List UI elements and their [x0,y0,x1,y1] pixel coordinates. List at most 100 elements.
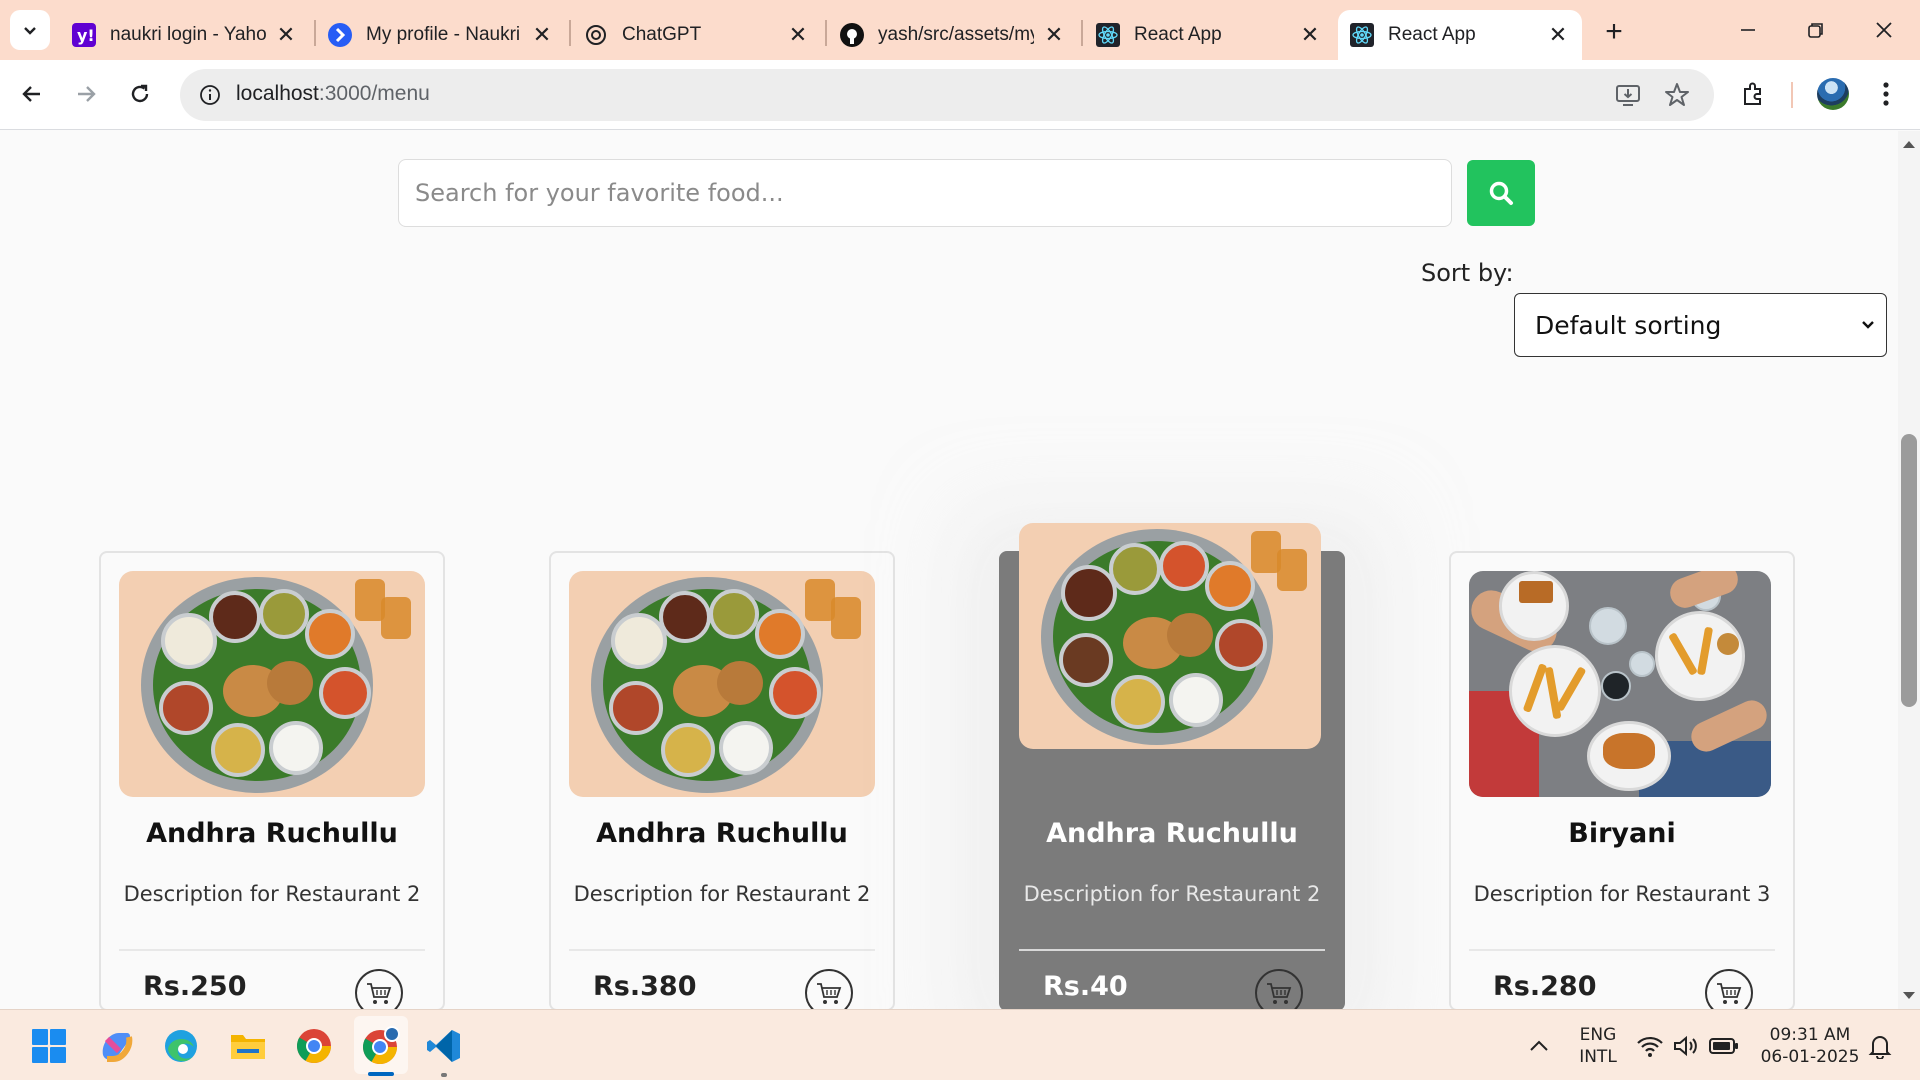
add-to-cart-button[interactable] [805,969,853,1009]
forward-button[interactable] [64,72,108,116]
reload-icon [131,84,149,103]
close-icon[interactable]: ✕ [274,22,298,47]
toolbar-divider [1791,82,1793,108]
tab-github[interactable]: yash/src/assets/my ✕ [828,10,1078,60]
chrome-profile-icon[interactable] [359,1024,403,1068]
price: Rs.280 [1493,971,1597,1002]
restaurant-description: Description for Restaurant 3 [1473,882,1771,906]
minimize-button[interactable] [1716,8,1780,52]
card-divider [1469,949,1775,951]
page-scrollbar[interactable] [1898,131,1920,1009]
naukri-icon [328,23,352,47]
windows-start-icon[interactable] [27,1024,71,1068]
food-card[interactable]: Andhra Ruchullu Description for Restaura… [99,551,445,1009]
reload-button[interactable] [118,72,162,116]
clock-time: 09:31 AM [1769,1025,1851,1045]
keyboard-layout: INTL [1579,1047,1617,1067]
notification-bell-icon[interactable] [1858,1024,1902,1068]
card-divider [569,949,875,951]
restaurant-name: Andhra Ruchullu [146,818,398,849]
install-app-icon[interactable] [1612,79,1644,111]
url-path: :3000/menu [318,82,430,105]
tab-react-app[interactable]: React App ✕ [1084,10,1334,60]
vscode-icon[interactable] [422,1024,466,1068]
close-icon[interactable]: ✕ [1298,22,1322,47]
food-search-input[interactable] [398,159,1452,227]
kebab-menu-icon [1883,82,1889,106]
add-to-cart-button[interactable] [1255,969,1303,1009]
tab-title: yash/src/assets/my [878,24,1034,45]
tab-naukri-login[interactable]: y! naukri login - Yaho ✕ [60,10,310,60]
food-image [119,571,425,797]
tab-title: naukri login - Yaho [110,24,266,45]
language-indicator[interactable]: ENG INTL [1570,1024,1626,1068]
url-host: localhost [236,82,319,105]
chevron-down-icon [1862,321,1874,329]
chatgpt-icon [584,23,608,47]
arrow-left-icon [22,86,40,102]
yahoo-icon: y! [72,23,96,47]
page-viewport: Sort by: Default sorting Andhra Ruchullu [0,131,1898,1009]
food-image [1469,571,1771,797]
restaurant-name: Biryani [1568,818,1676,849]
food-card[interactable]: Andhra Ruchullu Description for Restaura… [549,551,895,1009]
battery-icon[interactable] [1702,1024,1746,1068]
price: Rs.40 [1043,971,1128,1002]
tab-strip: y! naukri login - Yaho ✕ My profile - Na… [0,0,1920,60]
bookmark-star-icon[interactable] [1661,79,1693,111]
close-window-button[interactable] [1852,8,1916,52]
close-icon[interactable]: ✕ [530,22,554,47]
browser-toolbar: localhost:3000/menu [0,60,1920,130]
tab-divider [1081,20,1083,46]
food-card-hovered[interactable]: Andhra Ruchullu Description for Restaura… [999,523,1345,1009]
extensions-button[interactable] [1731,72,1775,116]
site-info-icon[interactable] [194,79,226,111]
file-explorer-icon[interactable] [226,1024,270,1068]
cart-icon [817,983,842,1004]
scrollbar-thumb[interactable] [1901,434,1917,707]
chrome-icon[interactable] [292,1024,336,1068]
new-tab-button[interactable]: + [1596,14,1632,50]
profile-avatar[interactable] [1817,78,1849,110]
cart-icon [1717,983,1742,1004]
food-card[interactable]: Biryani Description for Restaurant 3 Rs.… [1449,551,1795,1009]
restore-button[interactable] [1784,8,1848,52]
sort-dropdown[interactable]: Default sorting [1514,293,1887,357]
active-indicator [368,1072,394,1076]
chrome-menu-button[interactable] [1864,72,1908,116]
tab-title: ChatGPT [622,24,702,45]
back-button[interactable] [10,72,54,116]
chevron-down-icon [24,27,36,35]
tab-naukri-profile[interactable]: My profile - Naukri ✕ [316,10,566,60]
clock[interactable]: 09:31 AM 06-01-2025 [1752,1024,1868,1068]
react-icon [1350,23,1374,47]
tab-chatgpt[interactable]: ChatGPT ✕ [572,10,822,60]
food-image [569,571,875,797]
search-button[interactable] [1467,160,1535,226]
tab-title: My profile - Naukri [366,24,521,45]
scroll-down-arrow-icon[interactable] [1903,992,1915,999]
url-text[interactable]: localhost:3000/menu [236,82,430,106]
close-icon[interactable]: ✕ [1042,22,1066,47]
edge-icon[interactable] [159,1024,203,1068]
show-hidden-icons-chevron-up-icon[interactable] [1517,1024,1561,1068]
github-icon [840,23,864,47]
tab-search-button[interactable] [10,10,50,50]
close-icon[interactable]: ✕ [786,22,810,47]
close-icon [1876,22,1892,38]
price: Rs.250 [143,971,247,1002]
close-icon[interactable]: ✕ [1546,22,1570,47]
food-image [1019,523,1321,749]
scroll-up-arrow-icon[interactable] [1903,141,1915,148]
add-to-cart-button[interactable] [355,969,403,1009]
restaurant-description: Description for Restaurant 2 [573,882,871,906]
minimize-icon [1741,29,1755,31]
tab-title: React App [1134,24,1222,45]
running-indicator [441,1073,447,1077]
tab-title: React App [1388,24,1476,45]
copilot-icon[interactable] [94,1024,138,1068]
address-bar[interactable]: localhost:3000/menu [180,69,1714,121]
tab-react-app-active[interactable]: React App ✕ [1338,10,1582,60]
language-code: ENG [1579,1025,1617,1045]
add-to-cart-button[interactable] [1705,969,1753,1009]
